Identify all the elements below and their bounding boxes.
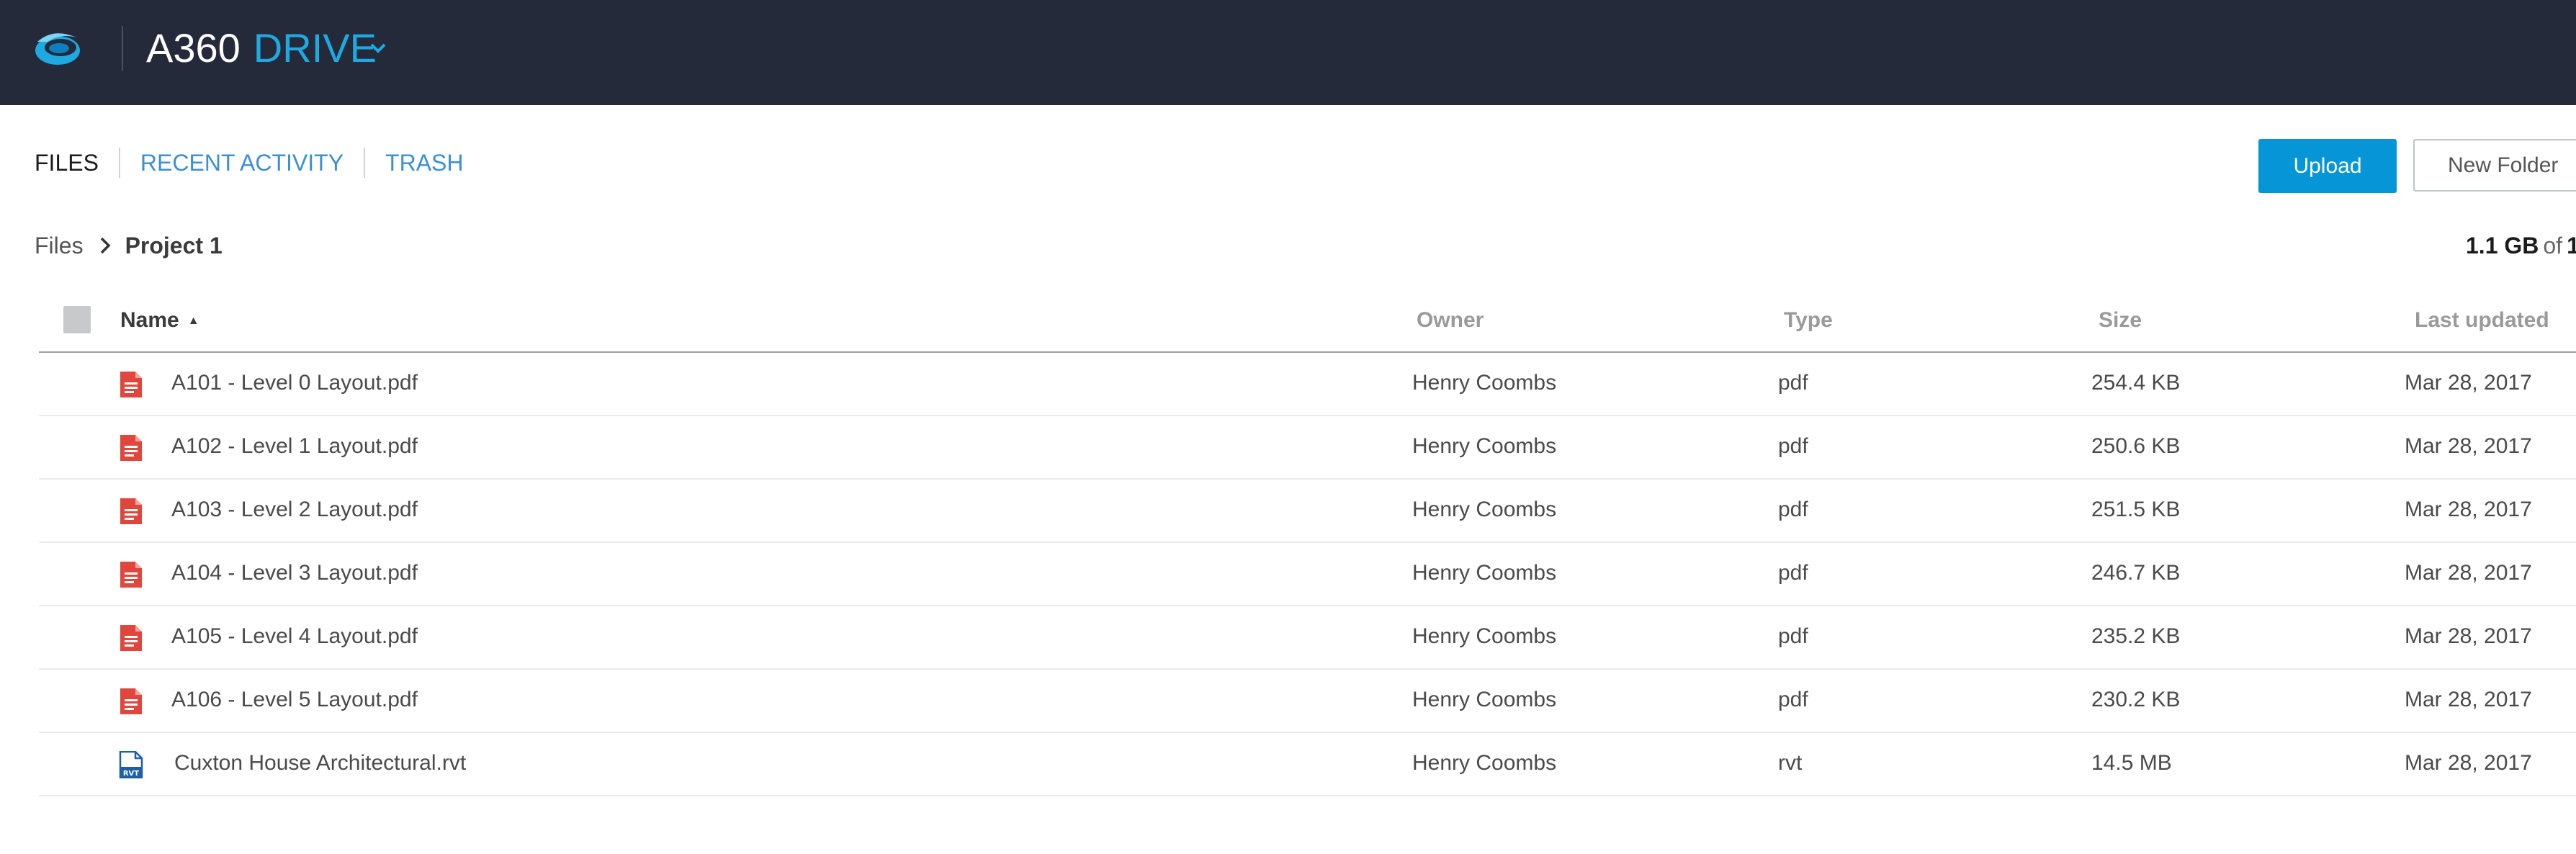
chevron-down-icon[interactable] — [370, 43, 386, 53]
tab-divider — [118, 148, 120, 178]
storage-of: of — [2543, 233, 2563, 259]
file-size: 250.6 KB — [2091, 434, 2181, 458]
file-owner: Henry Coombs — [1412, 751, 1557, 775]
new-folder-button[interactable]: New Folder — [2413, 139, 2576, 192]
sort-ascending-icon: ▲ — [187, 315, 199, 328]
file-last-updated: Mar 28, 2017 — [2405, 561, 2532, 585]
chevron-right-icon — [100, 237, 111, 254]
svg-text:RVT: RVT — [123, 770, 139, 778]
app-title[interactable]: A360 DRIVE — [146, 23, 377, 73]
pdf-file-icon — [120, 562, 142, 588]
file-last-updated: Mar 28, 2017 — [2405, 624, 2532, 648]
file-size: 235.2 KB — [2091, 624, 2181, 648]
select-all-checkbox[interactable] — [63, 306, 91, 333]
column-header-owner[interactable]: Owner — [1417, 308, 1484, 333]
rvt-file-icon: RVT — [119, 751, 143, 778]
file-name[interactable]: A104 - Level 3 Layout.pdf — [171, 561, 418, 585]
table-row[interactable]: RVT Cuxton House Architectural.rvt Henry… — [39, 733, 2576, 796]
breadcrumb-files[interactable]: Files — [35, 233, 84, 259]
app-name: A360 — [146, 25, 241, 71]
breadcrumb-current: Project 1 — [125, 232, 223, 259]
pdf-file-icon — [120, 435, 142, 461]
file-name[interactable]: A106 - Level 5 Layout.pdf — [171, 688, 418, 712]
pdf-file-icon — [120, 372, 142, 397]
file-owner: Henry Coombs — [1412, 561, 1557, 585]
file-table: Name ▲ Owner Type Size Last updated A101 … — [39, 288, 2576, 796]
file-owner: Henry Coombs — [1412, 688, 1557, 711]
table-header: Name ▲ Owner Type Size Last updated — [39, 288, 2576, 353]
autodesk-a360-logo[interactable] — [32, 26, 84, 69]
table-row[interactable]: A101 - Level 0 Layout.pdf Henry Coombs p… — [39, 353, 2576, 416]
app-product: DRIVE — [253, 25, 377, 71]
table-row[interactable]: A103 - Level 2 Layout.pdf Henry Coombs p… — [39, 480, 2576, 543]
pdf-file-icon — [120, 625, 142, 651]
file-name[interactable]: Cuxton House Architectural.rvt — [174, 751, 466, 776]
file-owner: Henry Coombs — [1412, 434, 1557, 458]
storage-used: 1.1 GB — [2466, 233, 2539, 259]
storage-total: 1 — [2567, 233, 2576, 259]
table-row[interactable]: A105 - Level 4 Layout.pdf Henry Coombs p… — [39, 606, 2576, 670]
tab-files[interactable]: FILES — [35, 150, 99, 176]
tab-trash[interactable]: TRASH — [385, 150, 463, 176]
file-owner: Henry Coombs — [1412, 624, 1557, 648]
top-bar: A360 DRIVE — [0, 0, 2576, 105]
file-last-updated: Mar 28, 2017 — [2405, 688, 2532, 711]
file-type: pdf — [1778, 434, 1808, 458]
file-size: 230.2 KB — [2091, 688, 2181, 711]
file-size: 251.5 KB — [2091, 498, 2181, 521]
file-size: 14.5 MB — [2091, 751, 2172, 775]
table-row[interactable]: A106 - Level 5 Layout.pdf Henry Coombs p… — [39, 670, 2576, 733]
tab-divider — [364, 148, 366, 178]
pdf-file-icon — [120, 498, 142, 524]
column-header-name[interactable]: Name ▲ — [120, 308, 199, 333]
pdf-file-icon — [120, 688, 142, 714]
column-header-size[interactable]: Size — [2099, 308, 2142, 333]
header-divider — [122, 26, 123, 71]
file-last-updated: Mar 28, 2017 — [2405, 371, 2532, 395]
file-size: 254.4 KB — [2091, 371, 2181, 395]
breadcrumb: Files Project 1 — [35, 230, 223, 261]
table-row[interactable]: A102 - Level 1 Layout.pdf Henry Coombs p… — [39, 416, 2576, 480]
file-owner: Henry Coombs — [1412, 371, 1557, 395]
file-type: pdf — [1778, 371, 1808, 395]
column-header-type[interactable]: Type — [1784, 308, 1833, 333]
storage-usage: 1.1 GB of 1 — [2466, 230, 2576, 261]
file-owner: Henry Coombs — [1412, 498, 1557, 521]
file-name[interactable]: A102 - Level 1 Layout.pdf — [171, 434, 418, 459]
file-name[interactable]: A101 - Level 0 Layout.pdf — [171, 371, 418, 395]
upload-button[interactable]: Upload — [2258, 139, 2397, 193]
column-header-name-label: Name — [120, 308, 179, 332]
file-type: pdf — [1778, 688, 1808, 711]
tab-recent-activity[interactable]: RECENT ACTIVITY — [140, 150, 344, 176]
file-last-updated: Mar 28, 2017 — [2405, 751, 2532, 775]
file-last-updated: Mar 28, 2017 — [2405, 434, 2532, 458]
file-name[interactable]: A103 - Level 2 Layout.pdf — [171, 498, 418, 522]
file-type: rvt — [1778, 751, 1803, 775]
file-last-updated: Mar 28, 2017 — [2405, 498, 2532, 521]
view-tabs: FILES RECENT ACTIVITY TRASH — [35, 148, 464, 178]
table-row[interactable]: A104 - Level 3 Layout.pdf Henry Coombs p… — [39, 543, 2576, 606]
file-type: pdf — [1778, 561, 1808, 585]
file-name[interactable]: A105 - Level 4 Layout.pdf — [171, 624, 418, 649]
file-size: 246.7 KB — [2091, 561, 2181, 585]
column-header-last-updated[interactable]: Last updated — [2415, 308, 2549, 333]
file-type: pdf — [1778, 498, 1808, 521]
file-type: pdf — [1778, 624, 1808, 648]
